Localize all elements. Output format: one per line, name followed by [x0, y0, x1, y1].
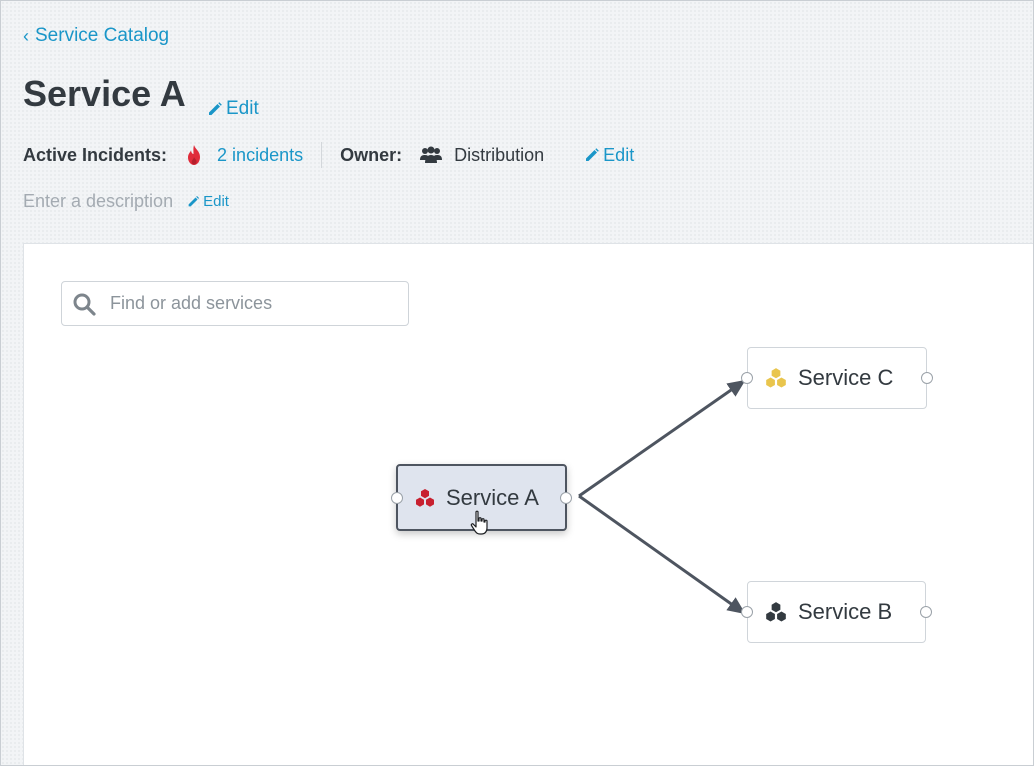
hexagon-cluster-icon [416, 488, 434, 507]
node-label: Service C [798, 365, 894, 390]
edge-a-to-c[interactable] [578, 379, 746, 498]
service-node-c[interactable]: Service C [741, 347, 933, 409]
owner-label: Owner: [340, 144, 403, 165]
active-incidents-label: Active Incidents: [23, 144, 168, 165]
node-port-right[interactable] [920, 606, 932, 618]
service-meta-row: Active Incidents: 2 incidents Owner: Dis… [23, 142, 634, 168]
divider [321, 142, 323, 168]
app-window: ‹ Service Catalog Service A Edit Active … [0, 0, 1034, 766]
pencil-icon [586, 148, 599, 161]
description-row: Enter a description Edit [23, 191, 229, 212]
breadcrumb-label: Service Catalog [35, 25, 170, 46]
hexagon-cluster-icon [766, 368, 786, 388]
node-port-left[interactable] [391, 491, 403, 504]
description-placeholder[interactable]: Enter a description [23, 191, 173, 212]
edit-owner-button[interactable]: Edit [584, 145, 634, 166]
edit-title-label: Edit [226, 98, 259, 119]
team-icon [420, 146, 443, 163]
pencil-icon [209, 102, 222, 115]
edge-a-to-b[interactable] [578, 494, 746, 615]
chevron-left-icon: ‹ [23, 25, 29, 46]
pencil-icon [188, 195, 200, 207]
fire-icon [188, 145, 201, 165]
node-port-left[interactable] [741, 606, 753, 618]
node-port-right[interactable] [921, 372, 933, 384]
node-port-right[interactable] [560, 491, 572, 504]
service-node-b[interactable]: Service B [741, 581, 932, 643]
back-to-service-catalog-link[interactable]: ‹ Service Catalog [23, 25, 169, 47]
dependency-graph-canvas[interactable]: Service A Service C Service B [23, 243, 1033, 765]
incidents-link[interactable]: 2 incidents [217, 145, 303, 166]
hand-pointer-cursor-icon [470, 510, 488, 535]
edit-description-label: Edit [203, 193, 229, 210]
hexagon-cluster-icon [766, 602, 786, 622]
node-label: Service B [798, 599, 893, 624]
node-label: Service A [446, 484, 539, 510]
owner-value: Distribution [454, 144, 545, 165]
node-port-left[interactable] [741, 372, 753, 384]
edit-owner-label: Edit [603, 144, 635, 165]
page-title: Service A [23, 73, 186, 114]
edit-title-button[interactable]: Edit [207, 98, 259, 120]
edit-description-button[interactable]: Edit [187, 193, 229, 210]
